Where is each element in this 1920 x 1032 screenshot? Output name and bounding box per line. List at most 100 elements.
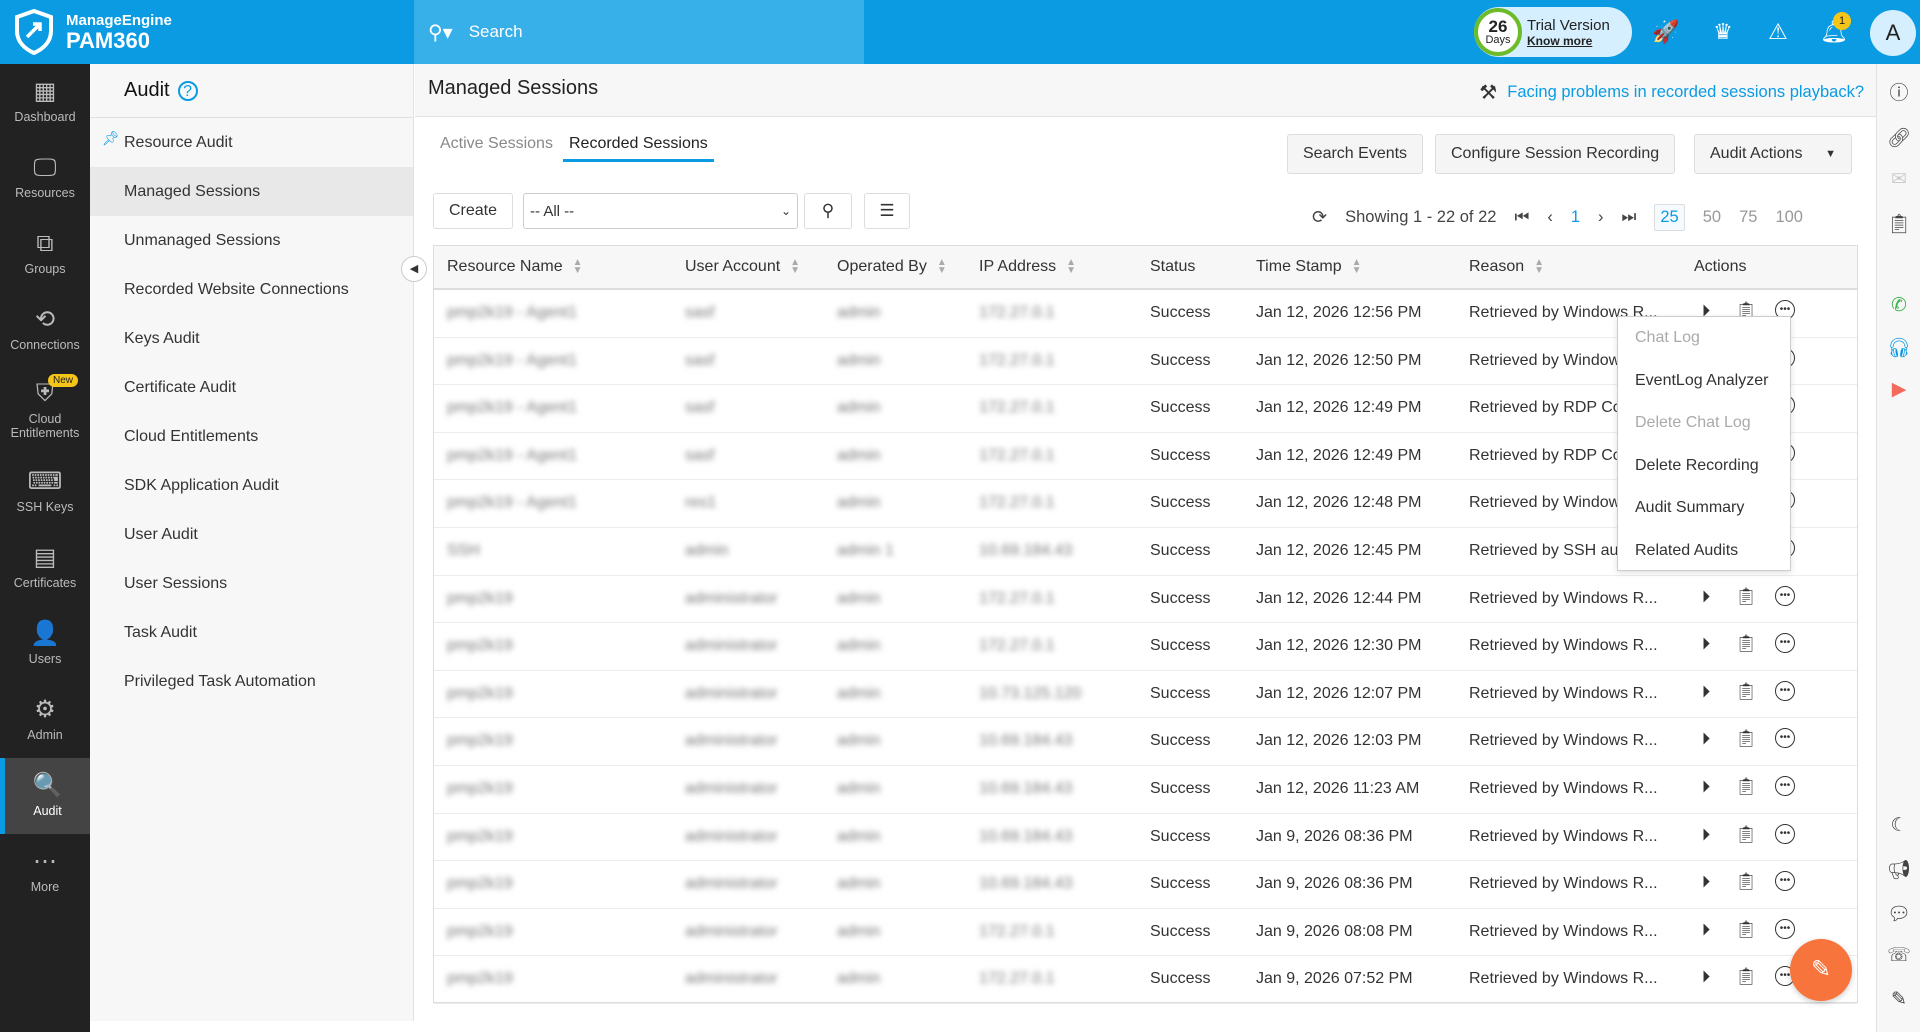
play-recording-icon[interactable]: ⏵ — [1695, 919, 1717, 941]
sort-icon[interactable]: ▲ ▼ — [573, 258, 583, 276]
menu-item-eventlog-analyzer[interactable]: EventLog Analyzer — [1618, 360, 1790, 403]
sort-icon[interactable]: ▲ ▼ — [937, 258, 947, 276]
page-size-75[interactable]: 75 — [1739, 208, 1757, 227]
table-row[interactable]: pmp2k19 administrator admin 172.27.0.1 Succe… — [434, 623, 1857, 671]
play-recording-icon[interactable]: ⏵ — [1695, 586, 1717, 608]
more-actions-icon[interactable]: ••• — [1775, 633, 1795, 654]
know-more-link[interactable]: Know more — [1527, 34, 1610, 48]
phone-icon[interactable]: ✆ — [1877, 294, 1920, 317]
more-actions-icon[interactable]: ••• — [1775, 823, 1795, 844]
play-recording-icon[interactable]: ⏵ — [1695, 633, 1717, 655]
menu-item-related-audits[interactable]: Related Audits — [1618, 530, 1790, 573]
next-page-icon[interactable]: › — [1598, 208, 1604, 227]
audit-clipboard-icon[interactable]: 📋︎ — [1735, 871, 1757, 893]
play-recording-icon[interactable]: ⏵ — [1695, 681, 1717, 703]
page-size-50[interactable]: 50 — [1703, 208, 1721, 227]
announcement-icon[interactable]: 📢︎ — [1877, 858, 1920, 882]
sidebar-item-certificate-audit[interactable]: Certificate Audit — [90, 363, 413, 412]
link-icon[interactable]: 🔗︎ — [1877, 126, 1920, 150]
audit-actions-button[interactable]: Audit Actions ▼ — [1694, 134, 1852, 174]
nav-item-audit[interactable]: 🔍 Audit — [0, 758, 90, 834]
more-actions-icon[interactable]: ••• — [1775, 585, 1795, 606]
page-size-25[interactable]: 25 — [1654, 204, 1685, 231]
table-row[interactable]: pmp2k19 administrator admin 10.69.184.43 Suc… — [434, 814, 1857, 862]
nav-item-connections[interactable]: ⟲ Connections — [0, 292, 90, 368]
sidebar-item-user-sessions[interactable]: User Sessions — [90, 559, 413, 608]
help-icon[interactable]: ? — [177, 80, 198, 101]
moon-icon[interactable]: ☾ — [1877, 814, 1920, 837]
prev-page-icon[interactable]: ‹ — [1547, 208, 1553, 227]
crown-icon[interactable]: ♛ — [1707, 16, 1739, 48]
rocket-icon[interactable]: 🚀 — [1650, 16, 1682, 48]
headset-icon[interactable]: 🎧︎ — [1877, 336, 1920, 360]
video-icon[interactable]: ▶ — [1877, 378, 1920, 401]
table-row[interactable]: pmp2k19 administrator admin 172.27.0.1 Succe… — [434, 909, 1857, 957]
tab-active-sessions[interactable]: Active Sessions — [440, 135, 553, 159]
nav-item-resources[interactable]: 🖵 Resources — [0, 140, 90, 216]
nav-item-groups[interactable]: ⧉ Groups — [0, 216, 90, 292]
nav-item-users[interactable]: 👤 Users — [0, 606, 90, 682]
nav-item-certificates[interactable]: ▤ Certificates — [0, 530, 90, 606]
last-page-icon[interactable]: ⏭ — [1622, 208, 1637, 227]
feedback-icon[interactable]: ✎ — [1877, 988, 1920, 1011]
sidebar-item-privileged-task-automation[interactable]: Privileged Task Automation — [90, 657, 413, 706]
more-actions-icon[interactable]: ••• — [1775, 871, 1795, 892]
sidebar-item-keys-audit[interactable]: Keys Audit — [90, 314, 413, 363]
clipboard-icon[interactable]: 📋︎ — [1877, 212, 1920, 236]
table-row[interactable]: pmp2k19 administrator admin 10.69.184.43 Suc… — [434, 861, 1857, 909]
page-size-100[interactable]: 100 — [1775, 208, 1803, 227]
global-search[interactable]: ⚲▾ Search — [414, 0, 864, 64]
table-row[interactable]: pmp2k19 administrator admin 10.69.184.43 Suc… — [434, 718, 1857, 766]
sidebar-item-cloud-entitlements[interactable]: Cloud Entitlements — [90, 412, 413, 461]
nav-item-more[interactable]: ⋯ More — [0, 834, 90, 910]
sort-icon[interactable]: ▲ ▼ — [1352, 258, 1362, 276]
column-header-resource-name[interactable]: Resource Name ▲ ▼ — [447, 258, 583, 276]
assistant-fab-icon[interactable]: ✎ — [1790, 939, 1852, 1001]
sidebar-item-managed-sessions[interactable]: Managed Sessions — [90, 167, 413, 216]
play-recording-icon[interactable]: ⏵ — [1695, 776, 1717, 798]
sidebar-item-recorded-website-connections[interactable]: Recorded Website Connections — [90, 265, 413, 314]
audit-clipboard-icon[interactable]: 📋︎ — [1735, 919, 1757, 941]
warning-icon[interactable]: ⚠ — [1762, 16, 1794, 48]
trial-badge[interactable]: 26 Days Trial Version Know more — [1474, 7, 1632, 57]
collapse-sidebar-button[interactable]: ◀ — [401, 256, 427, 282]
more-actions-icon[interactable]: ••• — [1775, 775, 1795, 796]
nav-item-cloud-entitlements[interactable]: ⛨ Cloud Entitlements New — [0, 368, 90, 454]
search-input[interactable]: Search — [469, 22, 523, 42]
play-recording-icon[interactable]: ⏵ — [1695, 728, 1717, 750]
audit-clipboard-icon[interactable]: 📋︎ — [1735, 824, 1757, 846]
more-actions-icon[interactable]: ••• — [1775, 918, 1795, 939]
column-header-reason[interactable]: Reason ▲ ▼ — [1469, 258, 1544, 276]
column-header-time-stamp[interactable]: Time Stamp ▲ ▼ — [1256, 258, 1362, 276]
refresh-icon[interactable]: ⟳ — [1312, 207, 1327, 228]
create-button[interactable]: Create — [433, 193, 513, 229]
sort-icon[interactable]: ▲ ▼ — [1534, 258, 1544, 276]
sidebar-item-resource-audit[interactable]: 📌︎ Resource Audit — [90, 118, 413, 167]
nav-item-dashboard[interactable]: ▦ Dashboard — [0, 64, 90, 140]
nav-item-ssh-keys[interactable]: ⌨ SSH Keys — [0, 454, 90, 530]
audit-clipboard-icon[interactable]: 📋︎ — [1735, 633, 1757, 655]
playback-help-text[interactable]: Facing problems in recorded sessions pla… — [1507, 83, 1864, 102]
column-chooser-button[interactable]: ☰ — [864, 193, 910, 229]
table-row[interactable]: pmp2k19 administrator admin 10.73.125.120 Su… — [434, 671, 1857, 719]
column-header-user-account[interactable]: User Account ▲ ▼ — [685, 258, 800, 276]
column-header-operated-by[interactable]: Operated By ▲ ▼ — [837, 258, 947, 276]
audit-clipboard-icon[interactable]: 📋︎ — [1735, 776, 1757, 798]
sort-icon[interactable]: ▲ ▼ — [790, 258, 800, 276]
pin-icon[interactable]: 📌︎ — [102, 130, 120, 147]
tab-recorded-sessions[interactable]: Recorded Sessions — [563, 135, 714, 162]
audit-clipboard-icon[interactable]: 📋︎ — [1735, 728, 1757, 750]
more-actions-icon[interactable]: ••• — [1775, 728, 1795, 749]
sidebar-item-unmanaged-sessions[interactable]: Unmanaged Sessions — [90, 216, 413, 265]
help-icon[interactable]: ⓘ — [1877, 78, 1920, 105]
playback-help-link[interactable]: ⚒ Facing problems in recorded sessions pl… — [1479, 80, 1864, 105]
logo[interactable]: ManageEngine PAM360 — [0, 0, 414, 64]
audit-clipboard-icon[interactable]: 📋︎ — [1735, 586, 1757, 608]
play-recording-icon[interactable]: ⏵ — [1695, 871, 1717, 893]
current-page[interactable]: 1 — [1571, 208, 1580, 227]
search-button[interactable]: ⚲ — [804, 193, 852, 229]
sidebar-item-task-audit[interactable]: Task Audit — [90, 608, 413, 657]
play-recording-icon[interactable]: ⏵ — [1695, 824, 1717, 846]
sort-icon[interactable]: ▲ ▼ — [1066, 258, 1076, 276]
menu-item-delete-recording[interactable]: Delete Recording — [1618, 445, 1790, 488]
